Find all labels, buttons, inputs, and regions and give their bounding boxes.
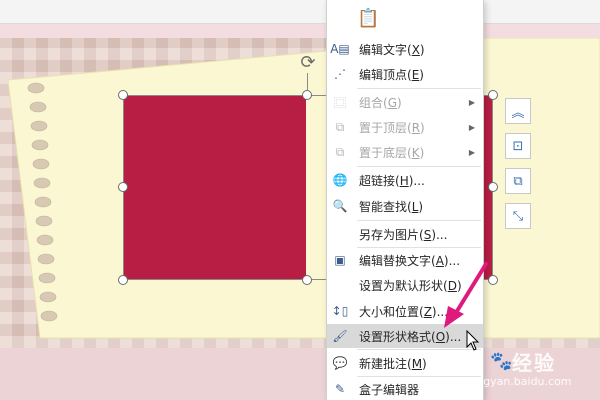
resize-handle-bottom[interactable]: [302, 275, 312, 285]
annotation-arrow-icon: [444, 262, 488, 328]
send-to-back-icon: ⧉: [335, 144, 345, 159]
watermark: 🐾 经验 jingyan.baidu.com: [470, 345, 595, 395]
menu-separator: [357, 88, 481, 89]
menu-item-group[interactable]: ⿴ 组合(G) ▶: [327, 90, 483, 114]
menu-item-label: 设置形状格式(O)...: [359, 329, 462, 344]
paste-options[interactable]: 📋: [327, 0, 483, 36]
menu-item-send-to-back[interactable]: ⧉ 置于底层(K) ▶: [327, 140, 483, 164]
context-menu: 📋 A▤ 编辑文字(X) ⋰ 编辑顶点(E) ⿴ 组合(G) ▶ ⧉ 置于顶层(…: [326, 0, 484, 400]
menu-item-label: 大小和位置(Z)...: [359, 304, 449, 319]
rotate-handle-icon[interactable]: ⟳: [298, 53, 318, 73]
menu-item-save-as-picture[interactable]: 另存为图片(S)...: [327, 222, 483, 246]
new-comment-icon: 💬: [332, 356, 348, 370]
paw-logo-icon: 🐾: [490, 351, 513, 372]
arrange-button[interactable]: ⧉: [505, 168, 531, 194]
menu-item-bring-to-front[interactable]: ⧉ 置于顶层(R) ▶: [327, 115, 483, 139]
watermark-brand: 经验: [512, 351, 556, 375]
menu-item-label: 新建批注(M): [359, 356, 427, 371]
resize-handle-bottom-left[interactable]: [118, 275, 128, 285]
resize-handle-top-left[interactable]: [118, 90, 128, 100]
resize-arrow-icon: ⤡: [512, 208, 524, 224]
menu-separator: [357, 166, 481, 167]
selected-rectangle-shape[interactable]: [123, 95, 306, 280]
menu-item-label: 编辑文字(X): [359, 42, 425, 57]
menu-separator: [357, 349, 481, 350]
hyperlink-icon: 🌐: [332, 173, 348, 187]
menu-item-label: 置于底层(K): [359, 145, 425, 160]
chevron-up-icon: ︽: [511, 105, 525, 121]
menu-item-edit-points[interactable]: ⋰ 编辑顶点(E): [327, 62, 483, 86]
menu-item-edit-text[interactable]: A▤ 编辑文字(X): [327, 37, 483, 61]
resize-handle-top-right[interactable]: [488, 90, 498, 100]
ribbon-band: [0, 24, 600, 38]
window-top-strip: [0, 0, 600, 24]
format-shape-icon: 🖌: [332, 329, 348, 343]
box-editor-icon: ✎: [334, 382, 346, 396]
resize-handle-left[interactable]: [118, 182, 128, 192]
layout-options-button[interactable]: ︽: [505, 98, 531, 124]
edit-text-icon: A▤: [330, 42, 350, 56]
menu-item-label: 智能查找(L): [359, 199, 424, 214]
menu-item-label: 另存为图片(S)...: [359, 227, 448, 242]
rotate-handle-stem: [307, 73, 308, 90]
watermark-url: jingyan.baidu.com: [470, 375, 572, 388]
resize-handle-right[interactable]: [488, 182, 498, 192]
menu-item-smart-lookup[interactable]: 🔍 智能查找(L): [327, 194, 483, 218]
smart-lookup-icon: 🔍: [332, 199, 348, 213]
edit-points-icon: ⋰: [334, 67, 346, 81]
crop-button[interactable]: ⤡: [505, 203, 531, 229]
menu-item-label: 超链接(H)...: [359, 173, 425, 188]
paste-icon: 📋: [357, 8, 380, 29]
menu-item-label: 置于顶层(R): [359, 120, 425, 135]
submenu-arrow-icon: ▶: [468, 147, 475, 157]
align-button[interactable]: ⊡: [505, 133, 531, 159]
group-icon: ⿴: [333, 95, 346, 110]
layers-icon: ⧉: [513, 173, 523, 189]
menu-item-hyperlink[interactable]: 🌐 超链接(H)...: [327, 168, 483, 192]
menu-item-box-editor[interactable]: ✎ 盒子编辑器: [327, 377, 483, 400]
alt-text-icon: ▣: [334, 253, 346, 267]
resize-handle-top[interactable]: [302, 90, 312, 100]
submenu-arrow-icon: ▶: [468, 97, 475, 107]
size-position-icon: ↕▯: [331, 304, 349, 318]
align-center-icon: ⊡: [512, 138, 524, 154]
submenu-arrow-icon: ▶: [468, 122, 475, 132]
menu-item-label: 组合(G): [359, 95, 402, 110]
menu-item-label: 编辑顶点(E): [359, 67, 424, 82]
menu-item-new-comment[interactable]: 💬 新建批注(M): [327, 351, 483, 375]
menu-separator: [357, 220, 481, 221]
menu-item-label: 盒子编辑器: [359, 382, 420, 397]
bring-to-front-icon: ⧉: [335, 119, 345, 134]
